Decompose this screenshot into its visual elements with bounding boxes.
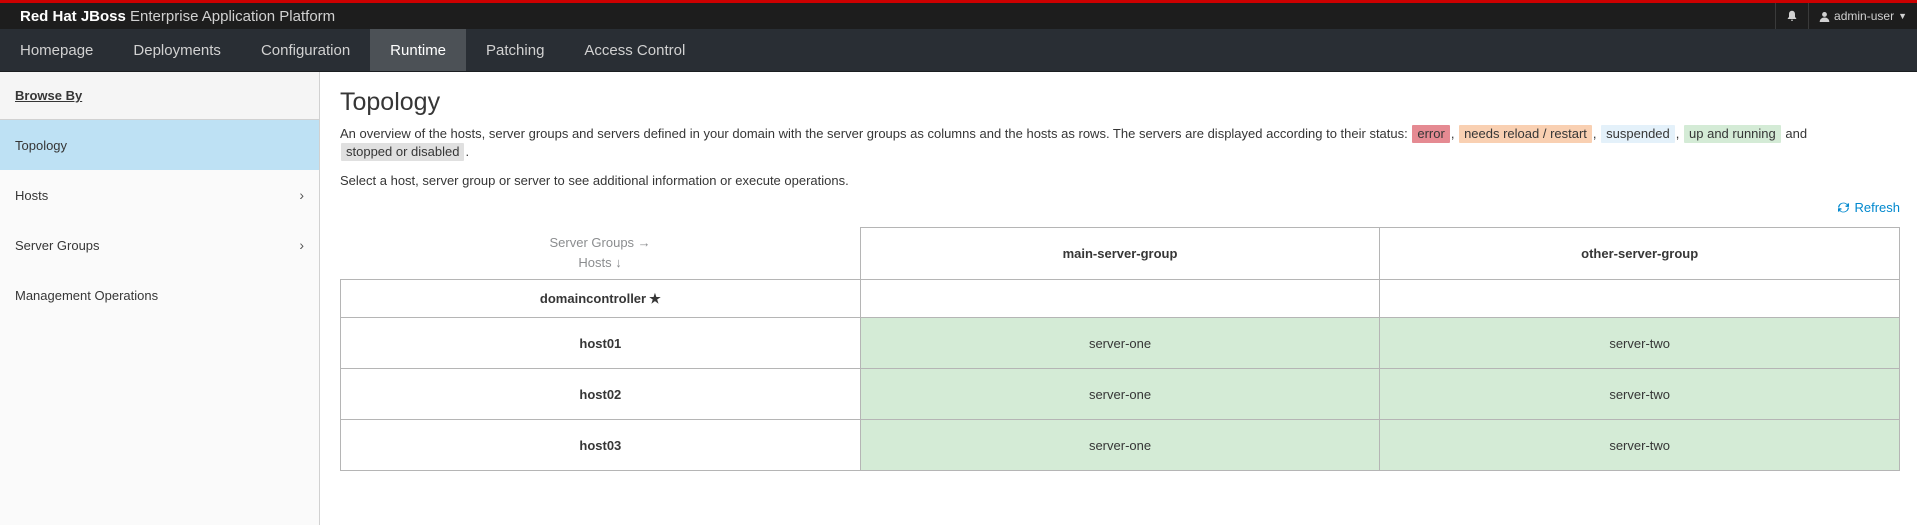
server-cell[interactable]: server-one [859, 419, 1381, 471]
brand-name: Red Hat JBoss [20, 7, 126, 25]
nav-runtime[interactable]: Runtime [370, 29, 467, 71]
refresh-label: Refresh [1854, 200, 1900, 215]
server-cell[interactable]: server-two [1379, 368, 1900, 420]
chevron-down-icon: ▼ [1898, 11, 1907, 21]
server-cell[interactable]: server-two [1379, 419, 1900, 471]
server-cell[interactable]: server-two [1379, 317, 1900, 369]
host-cell[interactable]: host01 [340, 317, 861, 369]
status-badge-reload: needs reload / restart [1459, 125, 1592, 143]
sidebar-item-server-groups[interactable]: Server Groups › [0, 220, 319, 270]
chevron-right-icon: › [299, 237, 304, 253]
server-groups-axis-label: Server Groups → [549, 235, 651, 251]
server-group-header[interactable]: other-server-group [1379, 227, 1900, 280]
nav-configuration[interactable]: Configuration [241, 29, 370, 71]
sidebar-item-management-operations[interactable]: Management Operations [0, 270, 319, 320]
sidebar-item-topology[interactable]: Topology [0, 120, 319, 170]
refresh-icon [1838, 202, 1850, 213]
nav-homepage[interactable]: Homepage [0, 29, 113, 71]
star-icon: ★ [649, 290, 661, 306]
table-row: host03 server-one server-two [340, 419, 1900, 471]
server-cell-empty [1379, 279, 1900, 318]
user-menu[interactable]: admin-user ▼ [1808, 3, 1917, 29]
topology-table: Server Groups → Hosts ↓ main-server-grou… [340, 227, 1900, 471]
nav-deployments[interactable]: Deployments [113, 29, 241, 71]
brand-logo: Red Hat JBoss Enterprise Application Pla… [0, 8, 335, 25]
page-title: Topology [340, 88, 441, 116]
table-row: host01 server-one server-two [340, 317, 1900, 369]
brand-product: Enterprise Application Platform [130, 7, 336, 25]
host-cell[interactable]: host02 [340, 368, 861, 420]
page-hint: Select a host, server group or server to… [340, 173, 849, 188]
sidebar-item-label: Management Operations [15, 287, 159, 303]
table-row: domaincontroller ★ [340, 279, 1900, 318]
table-corner: Server Groups → Hosts ↓ [340, 227, 861, 280]
top-bar: Red Hat JBoss Enterprise Application Pla… [0, 0, 1917, 29]
main-content: Topology An overview of the hosts, serve… [320, 72, 1917, 525]
host-name: domaincontroller [539, 290, 647, 306]
server-group-header[interactable]: main-server-group [859, 227, 1381, 280]
sidebar-item-label: Hosts [15, 187, 49, 203]
status-badge-suspended: suspended [1601, 125, 1675, 143]
and-text: and [1785, 126, 1808, 141]
bell-icon [1787, 10, 1797, 21]
hosts-axis-label: Hosts ↓ [578, 255, 622, 271]
server-cell[interactable]: server-one [859, 368, 1381, 420]
server-cell-empty [859, 279, 1381, 318]
sidebar-header: Browse By [0, 72, 319, 120]
status-badge-stopped: stopped or disabled [341, 143, 465, 161]
host-cell[interactable]: domaincontroller ★ [340, 279, 861, 318]
user-icon [1819, 11, 1830, 22]
nav-access-control[interactable]: Access Control [564, 29, 705, 71]
chevron-right-icon: › [299, 187, 304, 203]
sidebar-item-label: Server Groups [15, 237, 100, 253]
utility-menu: admin-user ▼ [1775, 3, 1917, 29]
sidebar-item-hosts[interactable]: Hosts › [0, 170, 319, 220]
table-row: host02 server-one server-two [340, 368, 1900, 420]
refresh-link[interactable]: Refresh [1838, 200, 1900, 215]
status-badge-error: error [1412, 125, 1450, 143]
sidebar: Browse By Topology Hosts › Server Groups… [0, 72, 320, 525]
server-cell[interactable]: server-one [859, 317, 1381, 369]
main-nav: Homepage Deployments Configuration Runti… [0, 29, 1917, 72]
user-name: admin-user [1834, 9, 1895, 23]
host-cell[interactable]: host03 [340, 419, 861, 471]
status-badge-running: up and running [1684, 125, 1781, 143]
notifications-button[interactable] [1775, 3, 1808, 29]
nav-patching[interactable]: Patching [466, 29, 564, 71]
sidebar-item-label: Topology [15, 137, 68, 153]
description-text: An overview of the hosts, server groups … [340, 126, 1408, 141]
page-description: An overview of the hosts, server groups … [340, 125, 1808, 161]
